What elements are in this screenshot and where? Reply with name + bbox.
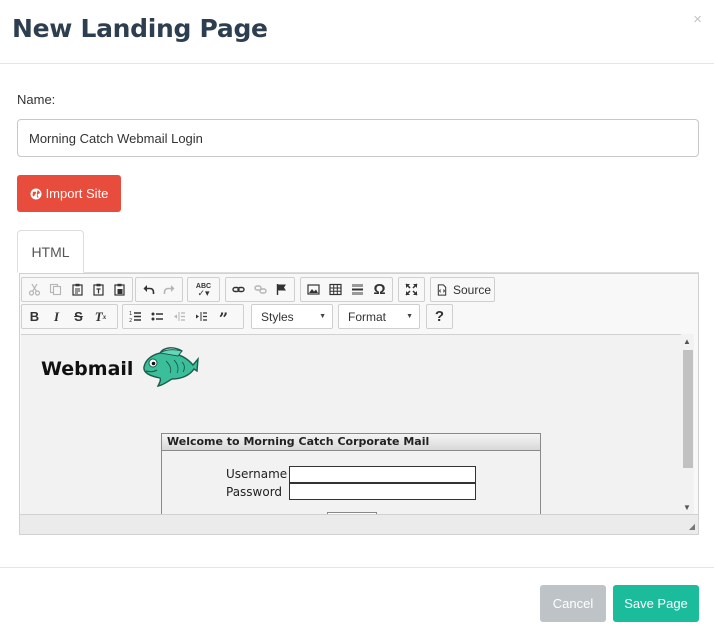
name-input[interactable] [17, 119, 699, 157]
strike-button[interactable]: S [68, 306, 89, 327]
username-field[interactable] [289, 466, 476, 483]
editor-status-bar: ◢ [20, 514, 698, 534]
table-icon[interactable] [325, 279, 346, 300]
password-field[interactable] [289, 483, 476, 500]
editor-scrollbar[interactable]: ▲ ▼ [681, 334, 694, 515]
anchor-icon[interactable] [271, 279, 292, 300]
numbered-list-icon[interactable]: 12 [125, 306, 146, 327]
resize-grip-icon[interactable]: ◢ [689, 522, 695, 531]
rich-text-editor: ABC ✓▾ Ω Source B I S Tx 12 ” Styles ▼ F… [19, 273, 699, 535]
styles-label: Styles [261, 309, 294, 324]
bullet-list-icon[interactable] [147, 306, 168, 327]
scroll-up-icon[interactable]: ▲ [683, 337, 691, 346]
import-site-label: Import Site [45, 186, 109, 201]
source-icon [437, 283, 447, 296]
horizontal-rule-icon[interactable] [347, 279, 368, 300]
tab-html[interactable]: HTML [17, 230, 84, 273]
history-group [135, 277, 183, 302]
modal-header: New Landing Page × [0, 0, 714, 64]
login-panel: Welcome to Morning Catch Corporate Mail … [161, 433, 541, 515]
help-icon: ? [434, 308, 445, 325]
chevron-down-icon: ▼ [319, 313, 326, 320]
format-label: Format [348, 309, 387, 324]
basic-styles-group: B I S Tx [21, 304, 118, 329]
cancel-button[interactable]: Cancel [540, 585, 606, 622]
password-label: Password [226, 485, 283, 499]
username-label: Username [226, 467, 288, 481]
copy-icon[interactable] [45, 279, 65, 300]
cut-icon[interactable] [24, 279, 44, 300]
fish-logo-icon [143, 347, 199, 387]
globe-icon [30, 188, 42, 199]
login-panel-header: Welcome to Morning Catch Corporate Mail [162, 434, 540, 451]
format-dropdown[interactable]: Format ▼ [338, 304, 420, 329]
modal-title: New Landing Page [12, 14, 268, 43]
scroll-down-icon[interactable]: ▼ [683, 503, 691, 512]
clipboard-group [21, 277, 133, 302]
chevron-down-icon: ▼ [406, 313, 413, 320]
outdent-icon[interactable] [169, 306, 190, 327]
import-site-button[interactable]: Import Site [17, 175, 121, 212]
source-label: Source [453, 282, 492, 297]
italic-button[interactable]: I [46, 306, 67, 327]
editor-content[interactable]: Webmail Welcome to Morning Catch Corpora… [21, 334, 683, 515]
blockquote-icon[interactable]: ” [213, 306, 234, 327]
link-group [225, 277, 295, 302]
undo-icon[interactable] [138, 279, 159, 300]
spellcheck-icon[interactable]: ABC ✓▾ [190, 279, 217, 300]
paragraph-group: 12 ” [122, 304, 244, 329]
image-icon[interactable] [303, 279, 324, 300]
tools-group [398, 277, 425, 302]
unlink-icon[interactable] [250, 279, 271, 300]
paste-word-icon[interactable] [110, 279, 130, 300]
save-page-button[interactable]: Save Page [613, 585, 699, 622]
styles-dropdown[interactable]: Styles ▼ [251, 304, 333, 329]
special-char-icon[interactable]: Ω [369, 279, 390, 300]
link-icon[interactable] [228, 279, 249, 300]
indent-icon[interactable] [191, 306, 212, 327]
paste-icon[interactable] [67, 279, 87, 300]
source-button[interactable]: Source [430, 277, 495, 302]
scroll-thumb[interactable] [683, 350, 693, 468]
svg-text:2: 2 [129, 318, 132, 323]
bold-button[interactable]: B [24, 306, 45, 327]
modal-footer-divider [0, 567, 714, 568]
maximize-icon[interactable] [401, 279, 422, 300]
name-label: Name: [17, 92, 56, 107]
remove-format-button[interactable]: Tx [90, 306, 111, 327]
svg-text:1: 1 [129, 311, 132, 317]
close-icon[interactable]: × [693, 12, 702, 27]
insert-group: Ω [300, 277, 393, 302]
paste-text-icon[interactable] [88, 279, 108, 300]
webmail-logo: Webmail [41, 358, 134, 380]
spellcheck-group: ABC ✓▾ [187, 277, 220, 302]
redo-icon[interactable] [160, 279, 181, 300]
help-button[interactable]: ? [426, 304, 453, 329]
